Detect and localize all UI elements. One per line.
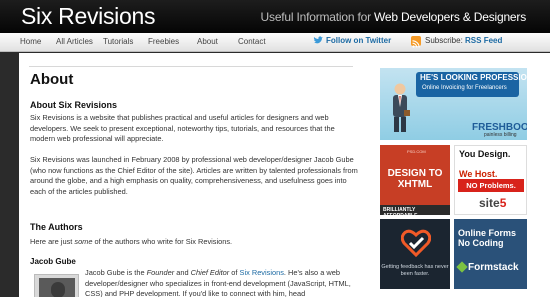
about-heading: About Six Revisions <box>30 100 118 110</box>
freshbooks-headline: HE'S LOOKING PROFESSIONAL <box>420 73 527 82</box>
bio-site-link[interactable]: Six Revisions <box>240 268 284 277</box>
businessman-illustration <box>393 83 410 132</box>
twitter-bird-icon[interactable] <box>313 36 323 45</box>
heart-icon <box>401 229 431 258</box>
author-name: Jacob Gube <box>30 257 76 266</box>
xhtml-ad-bar: BRILLIANTLY AFFORDABLE <box>380 205 450 215</box>
formstack-ad[interactable]: Online Forms No Coding Formstack <box>454 219 527 289</box>
site-title[interactable]: Six Revisions <box>21 3 155 30</box>
main-content: About About Six Revisions Six Revisions … <box>19 53 368 297</box>
authors-intro-b: of the authors who write for Six Revisio… <box>92 237 233 246</box>
xhtml-ad-text: DESIGN TO XHTML <box>387 168 443 190</box>
site-header: Six Revisions Useful Information for Web… <box>0 0 550 33</box>
site5-logo-b: 5 <box>499 196 507 210</box>
rss-waves-glyph <box>412 40 420 48</box>
rss-icon[interactable] <box>411 36 421 48</box>
authors-intro: Here are just some of the authors who wr… <box>30 237 360 248</box>
freshbooks-subline: Online Invoicing for Freelancers <box>422 85 507 91</box>
formstack-logo-text: Formstack <box>468 262 519 273</box>
follow-twitter-link[interactable]: Follow on Twitter <box>326 36 391 45</box>
authors-intro-a: Here are just <box>30 237 75 246</box>
formstack-logo: Formstack <box>456 261 519 273</box>
formstack-mark-icon <box>456 261 468 273</box>
bio-b: and <box>174 268 191 277</box>
sidebar-ads: HE'S LOOKING PROFESSIONAL Online Invoici… <box>368 53 550 297</box>
rss-subscribe[interactable]: Subscribe: RSS Feed <box>425 36 502 45</box>
nav-tutorials[interactable]: Tutorials <box>103 37 133 46</box>
xhtml-ad-small: PSD.COM <box>407 149 426 154</box>
bio-a: Jacob Gube is the <box>85 268 147 277</box>
feedback-ad[interactable]: Getting feedback has never been faster. <box>380 219 450 289</box>
bio-chief-editor: Chief Editor <box>190 268 230 277</box>
nav-contact[interactable]: Contact <box>238 37 266 46</box>
site5-line3: NO Problems. <box>458 179 524 192</box>
avatar-frame <box>39 278 75 297</box>
xhtml-ad-bar-text: BRILLIANTLY AFFORDABLE <box>383 207 417 215</box>
about-paragraph-2: Six Revisions was launched in February 2… <box>30 155 358 196</box>
page-title: About <box>30 71 74 88</box>
freshbooks-ad[interactable]: HE'S LOOKING PROFESSIONAL Online Invoici… <box>380 68 527 140</box>
site-tagline: Useful Information for Web Developers & … <box>260 10 527 24</box>
feedback-ad-text: Getting feedback has never been faster. <box>381 264 449 277</box>
site5-line1: You Design. <box>459 149 511 159</box>
site5-ad[interactable]: You Design. We Host. NO Problems. site5 <box>454 145 527 215</box>
site5-logo-a: site <box>479 196 500 210</box>
tagline-highlight: Web Developers & Designers <box>374 10 526 24</box>
nav-home[interactable]: Home <box>20 37 41 46</box>
design-to-xhtml-ad[interactable]: PSD.COM DESIGN TO XHTML BRILLIANTLY AFFO… <box>380 145 450 215</box>
nav-freebies[interactable]: Freebies <box>148 37 179 46</box>
avatar-face <box>51 282 65 297</box>
authors-intro-em: some <box>74 237 93 246</box>
nav-all-articles[interactable]: All Articles <box>56 37 93 46</box>
main-nav: Home All Articles Tutorials Freebies Abo… <box>0 33 550 52</box>
authors-heading: The Authors <box>30 222 83 232</box>
author-avatar <box>34 274 79 297</box>
bio-founder: Founder <box>146 268 175 277</box>
about-paragraph-1: Six Revisions is a website that publishe… <box>30 113 335 143</box>
rss-prefix: Subscribe: <box>425 36 463 45</box>
content-divider <box>29 66 353 67</box>
rss-feed-link[interactable]: RSS Feed <box>465 36 502 45</box>
nav-about[interactable]: About <box>197 37 218 46</box>
freshbooks-tag: painless billing <box>484 132 517 138</box>
tagline-prefix: Useful Information for <box>260 10 372 24</box>
formstack-ad-text: Online Forms No Coding <box>458 228 517 248</box>
site5-logo: site5 <box>479 196 506 210</box>
site5-line2: We Host. <box>459 169 498 179</box>
bio-c: of <box>229 268 240 277</box>
author-bio: Jacob Gube is the Founder and Chief Edit… <box>85 268 365 297</box>
